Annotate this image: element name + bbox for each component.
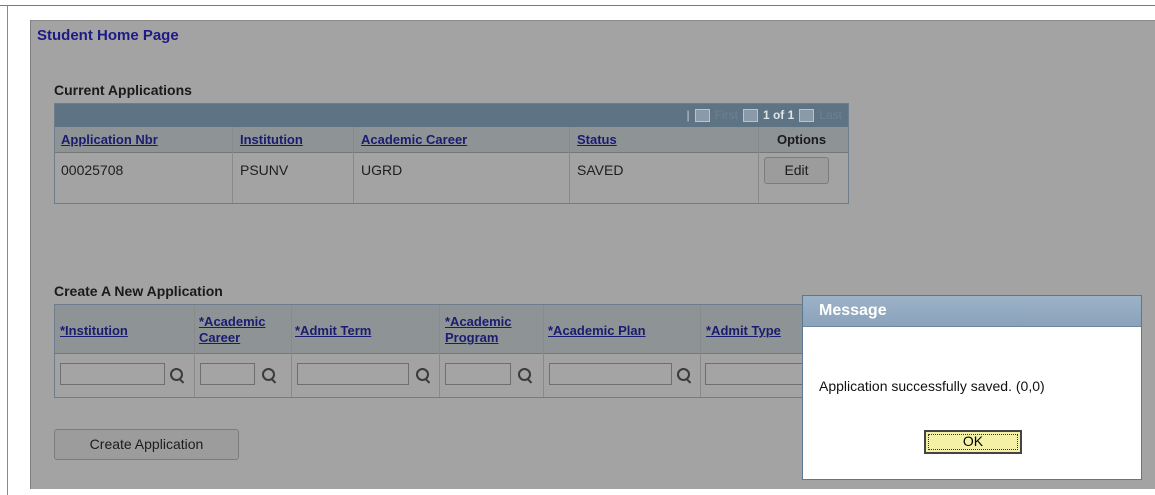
nav-first[interactable]: First — [715, 108, 738, 122]
dialog-message: Application successfully saved. (0,0) — [819, 378, 1045, 394]
new-application-grid: *Institution *Academic Career *Admit Ter… — [54, 304, 815, 398]
ok-button[interactable]: OK — [924, 430, 1022, 454]
institution-input[interactable] — [60, 363, 165, 385]
dialog-title: Message — [819, 302, 887, 319]
col-academic-career-line1[interactable]: *Academic — [199, 314, 265, 330]
col-application-nbr[interactable]: Application Nbr — [61, 132, 158, 147]
next-arrow-icon[interactable] — [799, 108, 815, 122]
col-admit-type[interactable]: *Admit Type — [706, 323, 781, 339]
nav-counter: 1 of 1 — [762, 108, 795, 122]
message-dialog: Message Application successfully saved. … — [802, 295, 1142, 480]
column-divider — [353, 127, 354, 203]
academic-plan-input[interactable] — [549, 363, 672, 385]
window-top-border — [0, 5, 1155, 6]
column-divider — [569, 127, 570, 203]
nav-last[interactable]: Last — [819, 108, 842, 122]
view-all-icon[interactable] — [694, 108, 710, 122]
dialog-title-bar[interactable]: Message — [803, 296, 1141, 327]
grid-header-row: Application Nbr Institution Academic Car… — [55, 127, 848, 153]
window-left-border — [7, 5, 8, 495]
column-divider — [700, 305, 701, 397]
col-academic-plan[interactable]: *Academic Plan — [548, 323, 646, 339]
column-divider — [543, 305, 544, 397]
academic-program-input[interactable] — [445, 363, 511, 385]
current-applications-label: Current Applications — [54, 82, 192, 98]
col-academic-career-line2[interactable]: Career — [199, 330, 240, 346]
col-academic-career[interactable]: Academic Career — [361, 132, 467, 147]
col-options: Options — [777, 132, 827, 147]
academic-career-lookup-icon[interactable] — [261, 367, 277, 383]
col-academic-program-line1[interactable]: *Academic — [445, 314, 511, 330]
col-admit-term[interactable]: *Admit Term — [295, 323, 371, 339]
create-new-application-label: Create A New Application — [54, 283, 223, 299]
col-status[interactable]: Status — [577, 132, 617, 147]
cell-institution: PSUNV — [240, 162, 289, 178]
column-divider — [758, 127, 759, 203]
cell-application-nbr: 00025708 — [61, 162, 124, 178]
cell-status: SAVED — [577, 162, 624, 178]
previous-arrow-icon[interactable] — [742, 108, 758, 122]
edit-button[interactable]: Edit — [764, 157, 829, 184]
grid-header-row: *Institution *Academic Career *Admit Ter… — [55, 305, 815, 354]
grid-nav-bar: | First 1 of 1 Last — [55, 104, 848, 127]
academic-career-input[interactable] — [200, 363, 255, 385]
admit-term-input[interactable] — [297, 363, 409, 385]
create-application-button[interactable]: Create Application — [54, 429, 239, 460]
column-divider — [439, 305, 440, 397]
page-title: Student Home Page — [37, 27, 179, 44]
admit-term-lookup-icon[interactable] — [415, 367, 431, 383]
admit-type-input[interactable] — [705, 363, 815, 385]
grid-navigation: | First 1 of 1 Last — [687, 108, 842, 122]
column-divider — [232, 127, 233, 203]
current-applications-grid: | First 1 of 1 Last Application Nbr Inst… — [54, 103, 849, 204]
academic-plan-lookup-icon[interactable] — [676, 367, 692, 383]
focus-outline — [928, 434, 1018, 450]
cell-academic-career: UGRD — [361, 162, 403, 178]
column-divider — [291, 305, 292, 397]
institution-lookup-icon[interactable] — [169, 367, 185, 383]
nav-separator: | — [686, 108, 690, 122]
col-institution[interactable]: Institution — [240, 132, 303, 147]
col-institution[interactable]: *Institution — [60, 323, 128, 339]
academic-program-lookup-icon[interactable] — [517, 367, 533, 383]
column-divider — [194, 305, 195, 397]
col-academic-program-line2[interactable]: Program — [445, 330, 498, 346]
